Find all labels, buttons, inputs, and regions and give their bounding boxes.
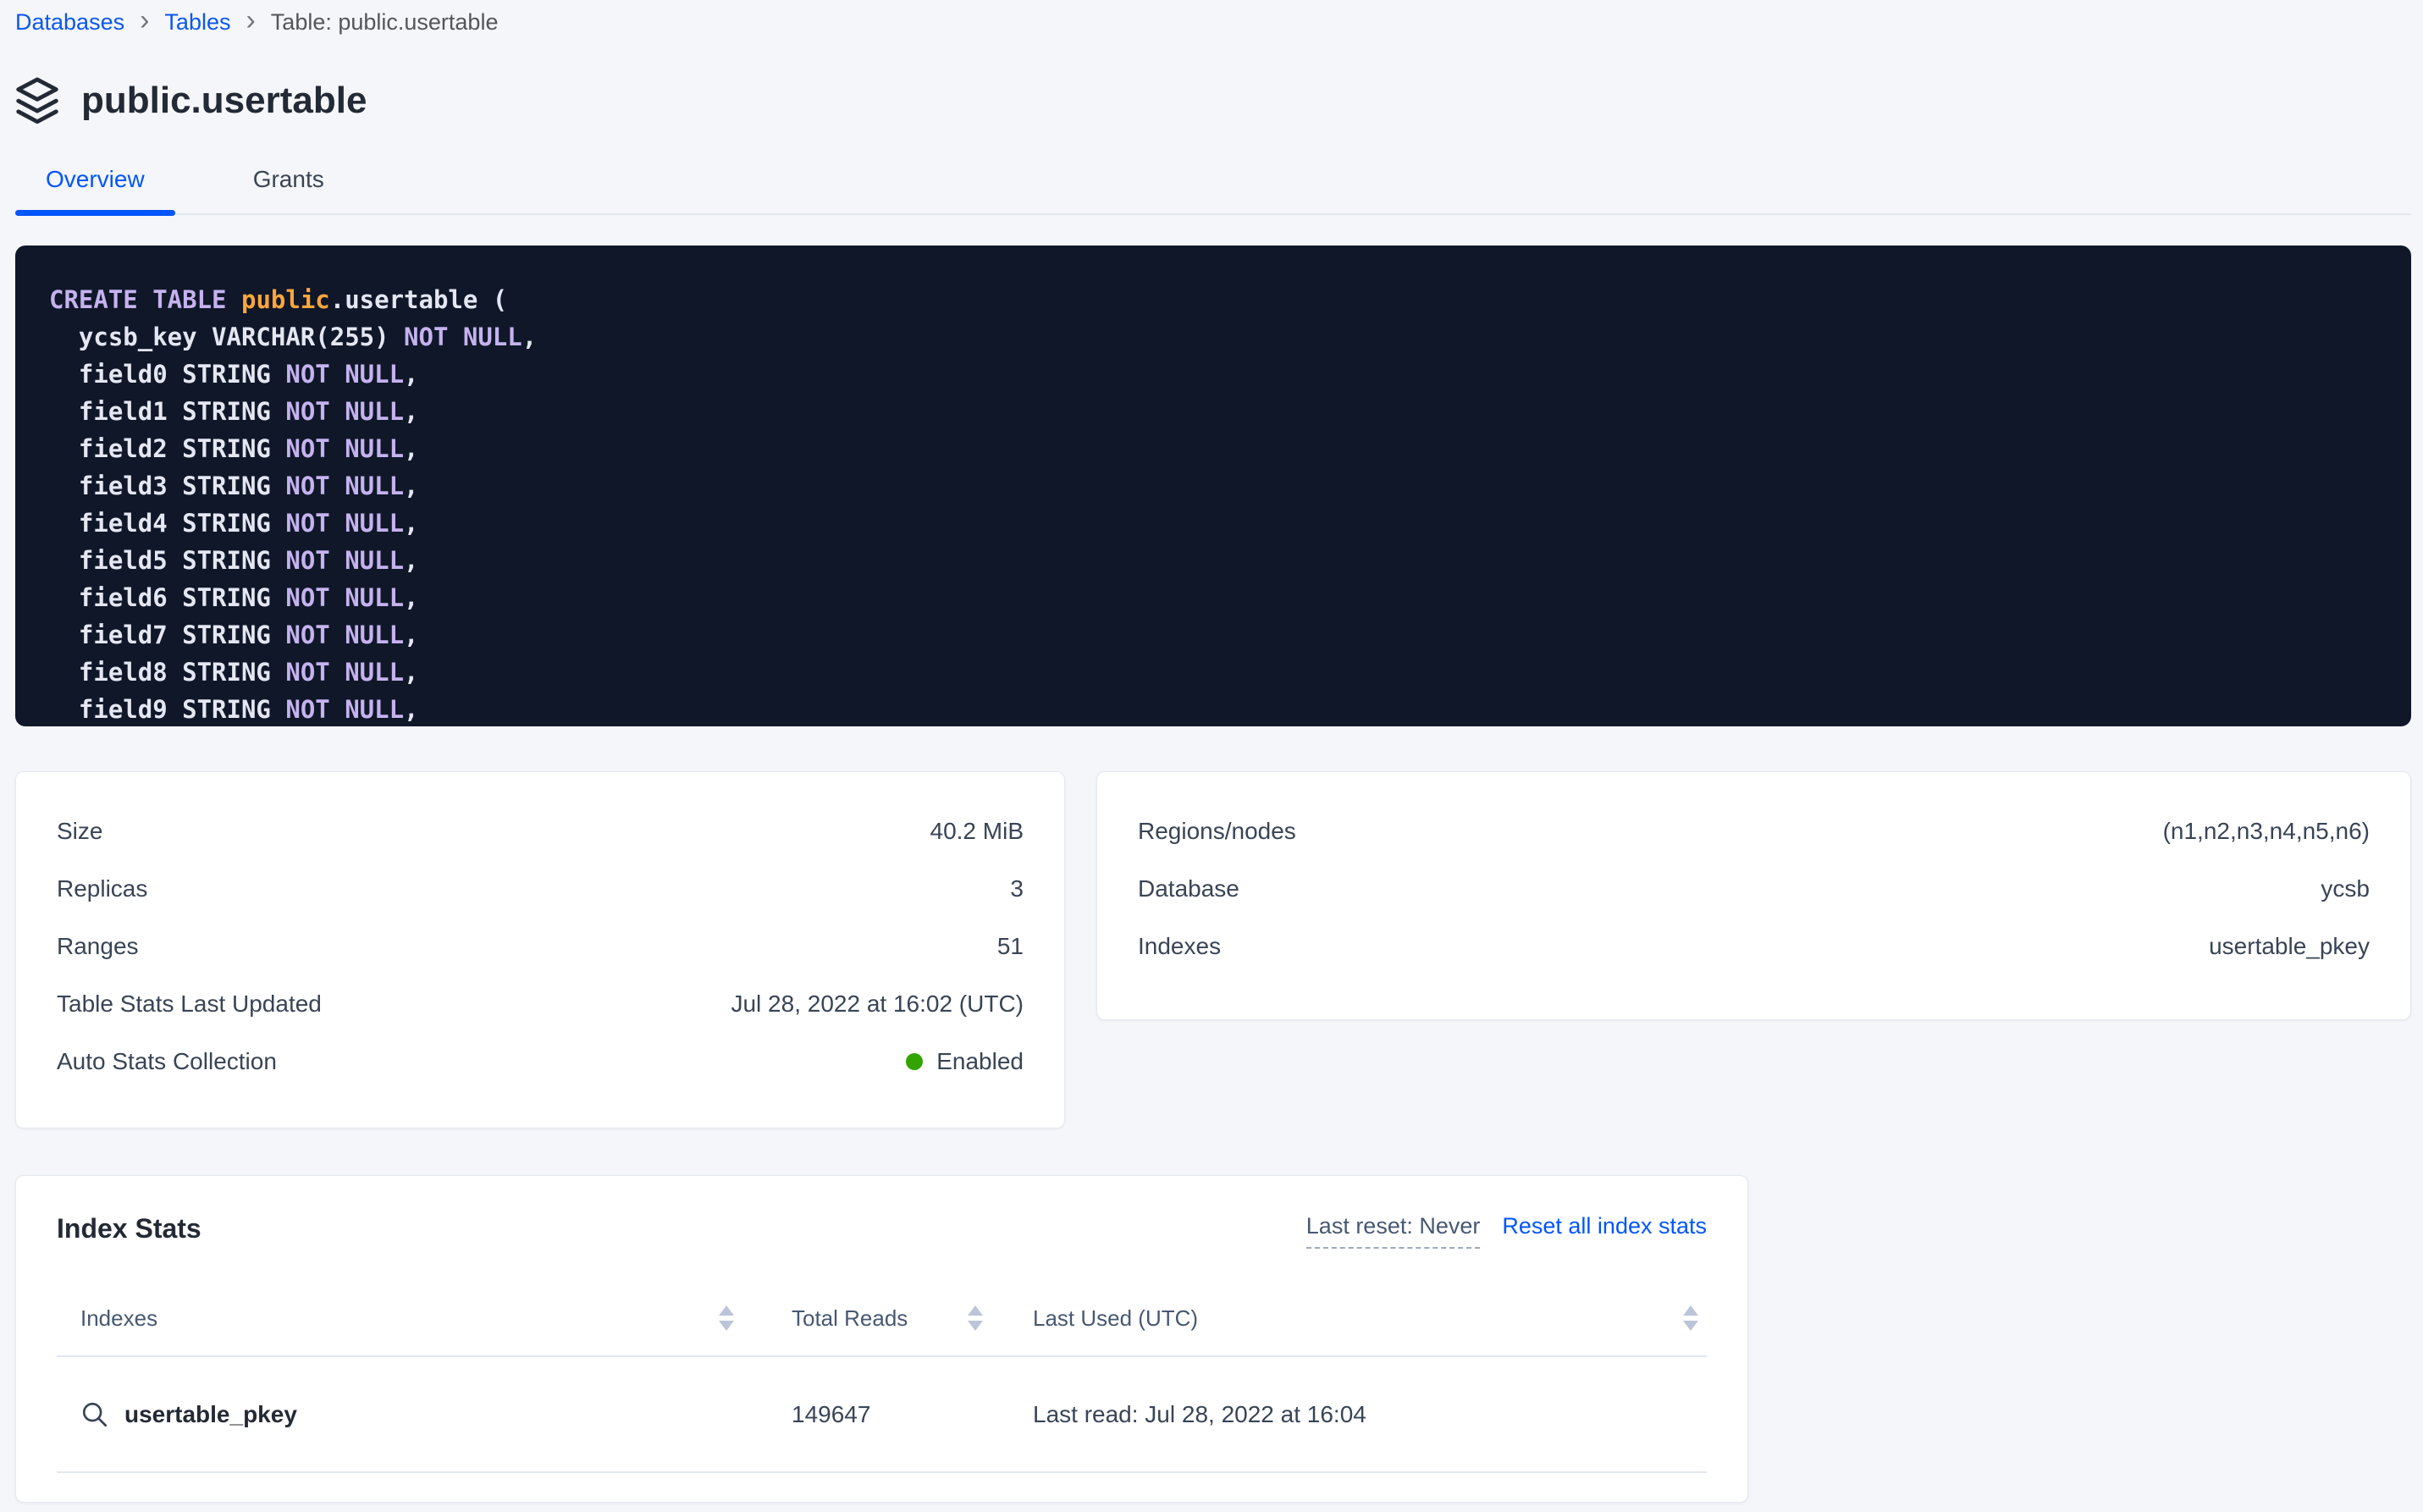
chevron-right-icon: › (140, 8, 149, 36)
column-label: Indexes (80, 1305, 157, 1332)
sql-line: field8 STRING NOT NULL, (49, 654, 2377, 691)
sql-line: field3 STRING NOT NULL, (49, 467, 2377, 505)
column-header-last-used[interactable]: Last Used (UTC) (983, 1305, 1698, 1332)
table-details-card: Size 40.2 MiB Replicas 3 Ranges 51 Table Stats… (15, 771, 1065, 1128)
page-title: public.usertable (81, 80, 367, 122)
index-stats-card: Index Stats Last reset: Never Reset all … (15, 1175, 1748, 1503)
last-used-value: Last read: Jul 28, 2022 at 16:04 (1033, 1401, 1366, 1428)
table-stack-icon (15, 76, 59, 125)
index-name-link[interactable]: usertable_pkey (124, 1401, 297, 1428)
column-header-indexes[interactable]: Indexes (80, 1305, 734, 1332)
detail-row: Database ycsb (1138, 860, 2370, 918)
sql-line: field1 STRING NOT NULL, (49, 393, 2377, 430)
detail-value: Jul 28, 2022 at 16:02 (UTC) (731, 991, 1024, 1018)
detail-value: (n1,n2,n3,n4,n5,n6) (2163, 818, 2370, 845)
detail-row: Table Stats Last Updated Jul 28, 2022 at … (57, 975, 1024, 1033)
detail-label: Ranges (57, 933, 139, 960)
detail-value: 40.2 MiB (930, 818, 1024, 845)
detail-label: Table Stats Last Updated (57, 991, 322, 1018)
status-dot (906, 1053, 923, 1070)
detail-row: Size 40.2 MiB (57, 803, 1024, 860)
last-reset-label[interactable]: Last reset: Never (1306, 1213, 1481, 1249)
sql-line: field2 STRING NOT NULL, (49, 430, 2377, 467)
detail-value: Enabled (906, 1048, 1024, 1075)
index-stats-table: Indexes Total Reads Last Used (UTC) user… (57, 1281, 1707, 1473)
chevron-right-icon: › (246, 8, 255, 36)
column-label: Total Reads (792, 1305, 908, 1332)
table-metadata-card: Regions/nodes (n1,n2,n3,n4,n5,n6) Database… (1096, 771, 2411, 1020)
detail-value: ycsb (2321, 875, 2370, 902)
index-table-header-row: Indexes Total Reads Last Used (UTC) (57, 1281, 1707, 1357)
breadcrumb-current: Table: public.usertable (271, 9, 499, 36)
column-header-total-reads[interactable]: Total Reads (734, 1305, 983, 1332)
page-header: public.usertable (15, 73, 2411, 129)
index-stats-actions: Last reset: Never Reset all index stats (1306, 1210, 1707, 1249)
reset-all-index-stats-link[interactable]: Reset all index stats (1502, 1213, 1707, 1239)
sort-icon (719, 1305, 734, 1331)
sql-line: field0 STRING NOT NULL, (49, 356, 2377, 393)
sql-line: field6 STRING NOT NULL, (49, 579, 2377, 616)
tab-overview[interactable]: Overview (15, 166, 175, 213)
details-section: Size 40.2 MiB Replicas 3 Ranges 51 Table Stats… (15, 771, 2411, 1128)
sql-line: field7 STRING NOT NULL, (49, 616, 2377, 654)
index-stats-header: Index Stats Last reset: Never Reset all … (57, 1210, 1707, 1249)
sort-icon (968, 1305, 983, 1331)
detail-label: Size (57, 818, 102, 845)
sql-line: field4 STRING NOT NULL, (49, 505, 2377, 542)
sort-icon (1683, 1305, 1698, 1331)
detail-label: Auto Stats Collection (57, 1048, 277, 1075)
detail-label: Replicas (57, 875, 147, 902)
sql-line: CREATE TABLE public.usertable ( (49, 281, 2377, 318)
sql-line: field5 STRING NOT NULL, (49, 542, 2377, 579)
breadcrumb-link-tables[interactable]: Tables (164, 9, 230, 36)
index-table-body: usertable_pkey 149647 Last read: Jul 28, 2… (57, 1357, 1707, 1473)
detail-row: Auto Stats Collection Enabled (57, 1033, 1024, 1090)
detail-label: Database (1138, 875, 1239, 902)
detail-row: Ranges 51 (57, 918, 1024, 975)
sql-line: ycsb_key VARCHAR(255) NOT NULL, (49, 318, 2377, 356)
breadcrumb-link-databases[interactable]: Databases (15, 9, 124, 36)
tab-grants[interactable]: Grants (223, 166, 355, 213)
column-label: Last Used (UTC) (1033, 1305, 1198, 1332)
detail-value: 3 (1010, 875, 1024, 902)
index-stats-title: Index Stats (57, 1210, 201, 1247)
detail-row: Indexes usertable_pkey (1138, 918, 2370, 975)
table-detail-page: Databases › Tables › Table: public.usert… (0, 0, 2423, 1503)
create-table-statement: CREATE TABLE public.usertable ( ycsb_key… (15, 246, 2411, 726)
sql-line: field9 STRING NOT NULL, (49, 691, 2377, 726)
search-icon (80, 1400, 109, 1429)
total-reads-value: 149647 (792, 1401, 870, 1428)
detail-row: Replicas 3 (57, 860, 1024, 918)
index-table-row: usertable_pkey 149647 Last read: Jul 28, 2… (57, 1357, 1707, 1473)
detail-row: Regions/nodes (n1,n2,n3,n4,n5,n6) (1138, 803, 2370, 860)
detail-label: Regions/nodes (1138, 818, 1296, 845)
detail-label: Indexes (1138, 933, 1221, 960)
tab-bar: Overview Grants (15, 166, 2411, 215)
breadcrumb: Databases › Tables › Table: public.usert… (15, 7, 2411, 37)
detail-value: usertable_pkey (2209, 933, 2370, 960)
detail-value: 51 (997, 933, 1024, 960)
